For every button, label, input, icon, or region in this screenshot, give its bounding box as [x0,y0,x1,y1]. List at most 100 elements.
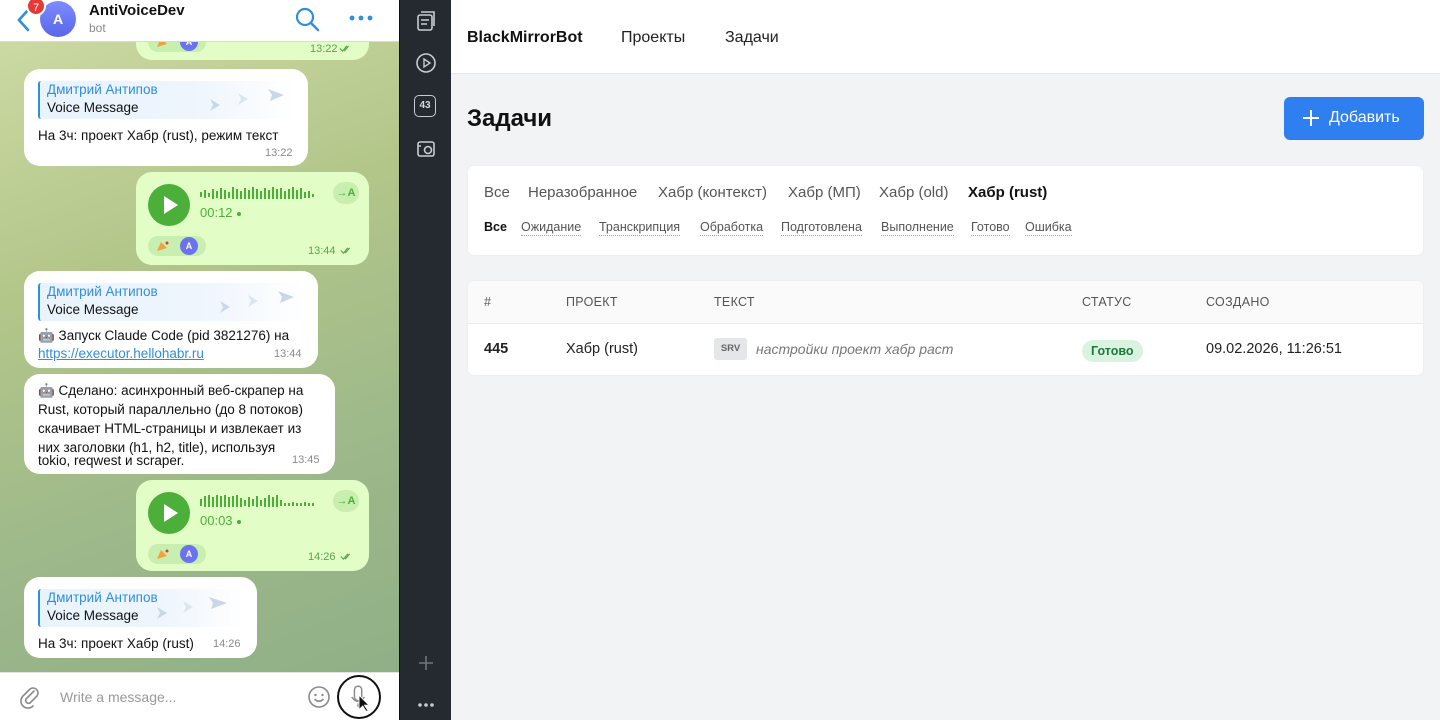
unplayed-dot [236,519,241,524]
status-tab-error[interactable]: Ошибка [1025,220,1072,236]
voice-duration: 00:03 [200,513,241,528]
voice-message-bubble[interactable]: 00:12 →A A 13:44 [136,172,369,265]
side-dock: 43 [399,0,451,720]
reactions[interactable]: A [148,544,206,564]
project-tab-unsorted[interactable]: Неразобранное [528,184,637,201]
project-tab-habr-old[interactable]: Хабр (old) [879,184,948,201]
status-tab-all[interactable]: Все [484,220,507,235]
top-nav: BlackMirrorBot Проекты Задачи [451,0,1440,74]
forwarded-header[interactable]: Дмитрий Антипов Voice Message [38,283,304,321]
add-button-label: Добавить [1329,109,1400,126]
message-text: 🤖 Запуск Claude Code (pid 3821276) на [38,328,290,343]
status-tab-transcription[interactable]: Транскрипция [599,220,681,236]
message-time: 13:45 [292,454,320,466]
transcribe-button[interactable]: →A [333,182,359,204]
column-header-status: СТАТУС [1082,295,1132,309]
filter-panel: Все Неразобранное Хабр (контекст) Хабр (… [468,166,1423,255]
status-tab-processing[interactable]: Обработка [700,220,764,236]
message-text: На 3ч: проект Хабр (rust) [38,636,194,651]
project-tab-habr-context[interactable]: Хабр (контекст) [658,184,767,201]
play-icon [164,504,178,522]
table-row[interactable]: 445 Хабр (rust) SRV настройки проект хаб… [468,324,1423,375]
message-input[interactable] [60,685,290,709]
status-tab-prepared[interactable]: Подготовлена [781,220,862,236]
forwarded-message-bubble[interactable]: Дмитрий Антипов Voice Message 🤖 Запуск C… [24,271,318,368]
project-tab-habr-rust[interactable]: Хабр (rust) [968,184,1047,201]
message-text-line: Rust, который параллельно (до 8 потоков) [38,402,304,417]
message-time: 13:22 [310,43,338,55]
forwarded-message-bubble[interactable]: Дмитрий Антипов Voice Message На 3ч: про… [24,577,257,658]
page-title: Задачи [467,105,553,132]
party-popper-icon [157,549,169,559]
plus-icon [1303,110,1319,126]
forwarded-message-bubble[interactable]: Дмитрий Антипов Voice Message На 3ч: про… [24,69,308,166]
reactions[interactable]: A [148,236,206,256]
message-text-line: скачивает HTML-страницы и извлекает из [38,421,302,436]
microphone-button[interactable] [337,675,381,719]
project-tab-all[interactable]: Все [484,184,510,201]
waveform[interactable] [200,494,322,508]
paper-planes-pattern-icon [220,291,294,313]
source-badge: SRV [714,338,747,360]
message-time: 13:44 [274,348,302,360]
project-tab-habr-mp[interactable]: Хабр (МП) [788,184,861,201]
waveform[interactable] [200,186,322,200]
play-circle-icon[interactable] [415,52,437,74]
column-header-project: ПРОЕКТ [566,295,618,309]
voice-message-bubble[interactable]: 00:03 →A A 14:26 [136,480,369,571]
more-dots-icon[interactable] [415,694,437,716]
table-header: # ПРОЕКТ ТЕКСТ СТАТУС СОЗДАНО [468,281,1423,324]
task-text: настройки проект хабр раст [756,341,954,357]
plus-icon[interactable] [415,652,437,674]
emoji-icon[interactable] [307,685,331,709]
chat-title[interactable]: AntiVoiceDev [89,2,185,19]
double-check-icon [339,45,350,53]
task-created: 09.02.2026, 11:26:51 [1206,341,1342,357]
unplayed-dot [236,211,241,216]
notes-icon[interactable] [415,10,437,32]
status-badge: Готово [1082,340,1143,362]
message-text: На 3ч: проект Хабр (rust), режим текст [38,128,279,143]
telegram-chat-pane: A 13:22 Дмитрий Антипов Voice Message На… [0,0,399,720]
add-task-button[interactable]: Добавить [1284,97,1424,140]
counter-badge[interactable]: 43 [414,95,436,117]
message-time: 13:22 [265,147,293,159]
status-tab-running[interactable]: Выполнение [881,220,954,236]
executor-link[interactable]: https://executor.hellohabr.ru [38,344,204,363]
paper-planes-pattern-icon [210,89,284,111]
column-header-created: СОЗДАНО [1206,295,1270,309]
camera-icon[interactable] [415,137,437,159]
paper-planes-pattern-icon [157,597,227,619]
reaction-avatar: A [180,237,198,255]
double-check-icon [340,247,351,255]
paperclip-icon[interactable] [18,685,42,709]
forwarded-header[interactable]: Дмитрий Антипов Voice Message [38,81,294,119]
nav-link-projects[interactable]: Проекты [621,29,685,47]
task-project: Хабр (rust) [566,341,638,357]
play-button[interactable] [148,184,190,226]
brand-logo-text[interactable]: BlackMirrorBot [467,29,583,47]
chat-header: 7 A AntiVoiceDev bot [0,0,399,42]
nav-link-tasks[interactable]: Задачи [725,29,779,47]
message-time: 14:26 [213,638,241,650]
double-check-icon [340,553,351,561]
forwarded-header[interactable]: Дмитрий Антипов Voice Message [38,589,243,627]
column-header-text: ТЕКСТ [714,295,755,309]
tasks-table: # ПРОЕКТ ТЕКСТ СТАТУС СОЗДАНО 445 Хабр (… [468,281,1423,375]
bot-message-bubble[interactable]: 🤖 Сделано: асинхронный веб-скрапер на Ru… [24,374,335,474]
status-tab-waiting[interactable]: Ожидание [521,220,582,236]
chat-subtitle: bot [89,21,106,35]
web-app: BlackMirrorBot Проекты Задачи Задачи Доб… [451,0,1440,720]
voice-duration: 00:12 [200,205,241,220]
column-header-id: # [484,295,492,309]
play-button[interactable] [148,492,190,534]
party-popper-icon [157,241,169,251]
microphone-icon [351,685,371,713]
message-time: 14:26 [308,551,336,563]
more-dots-icon[interactable] [348,8,374,28]
message-text-line: 🤖 Сделано: асинхронный веб-скрапер на [38,383,304,398]
search-icon[interactable] [294,6,320,32]
status-tab-done[interactable]: Готово [971,220,1010,236]
transcribe-button[interactable]: →A [333,490,359,512]
task-id: 445 [484,341,509,357]
